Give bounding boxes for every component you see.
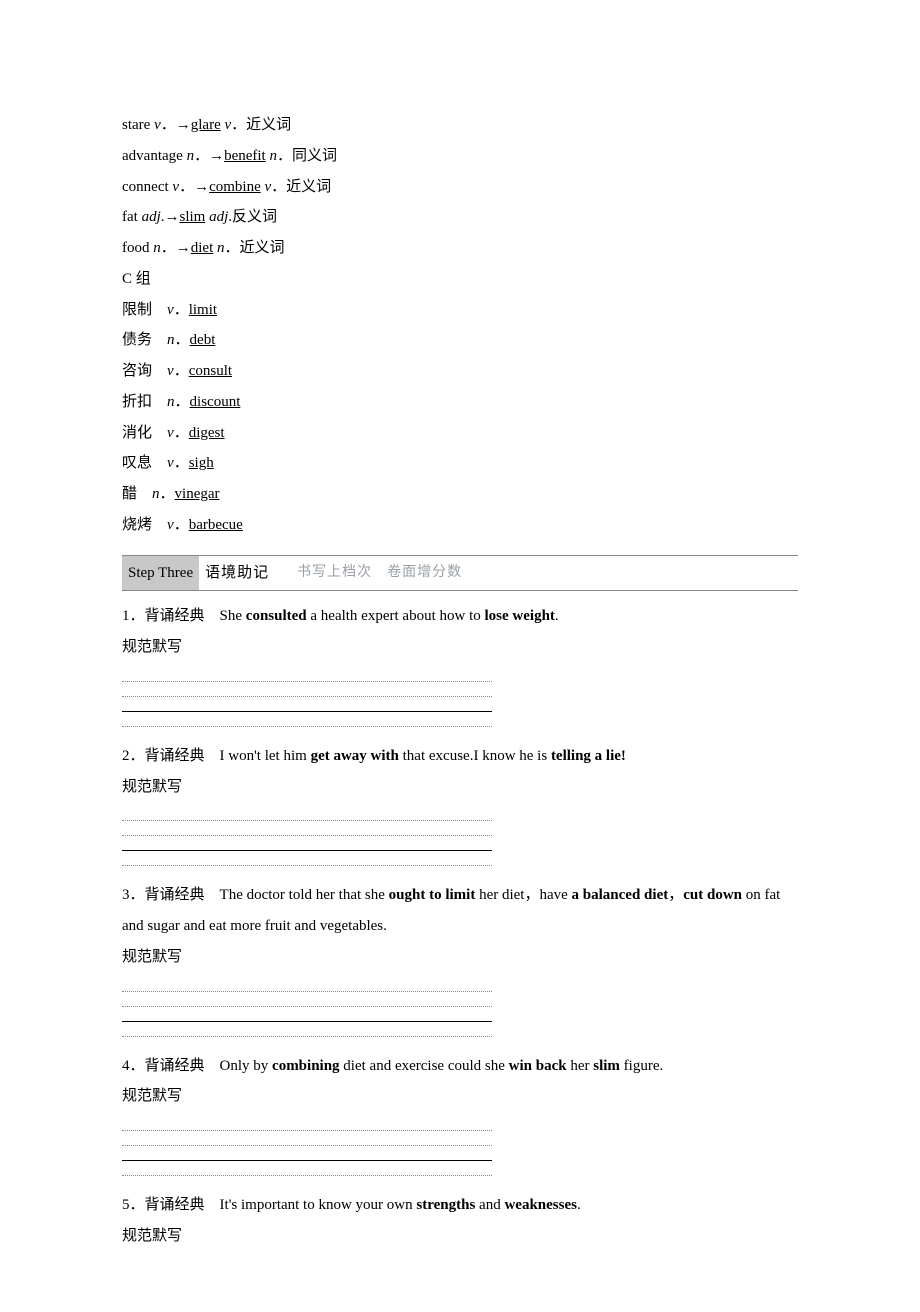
vocab-row: 咨询 v．consult	[122, 356, 798, 387]
synonym-row: connect v．→combine v．近义词	[122, 172, 798, 203]
write-label: 规范默写	[122, 632, 798, 663]
write-label: 规范默写	[122, 942, 798, 973]
synonym-row: stare v．→glare v．近义词	[122, 110, 798, 141]
vocab-row: 折扣 n．discount	[122, 387, 798, 418]
step-badge: Step Three	[122, 556, 199, 591]
vocab-row: 烧烤 v．barbecue	[122, 510, 798, 541]
step-three-header: Step Three 语境助记 书写上档次 卷面增分数	[122, 555, 798, 592]
writing-lines	[122, 975, 492, 1037]
classic-sentence: 5．背诵经典 It's important to know your own s…	[122, 1190, 798, 1221]
vocab-row: 叹息 v．sigh	[122, 448, 798, 479]
group-c-list: 限制 v．limit债务 n．debt咨询 v．consult折扣 n．disc…	[122, 295, 798, 541]
write-label: 规范默写	[122, 772, 798, 803]
classic-sentence: 4．背诵经典 Only by combining diet and exerci…	[122, 1051, 798, 1082]
group-b-list: stare v．→glare v．近义词advantage n．→benefit…	[122, 110, 798, 264]
vocab-row: 醋 n．vinegar	[122, 479, 798, 510]
vocab-row: 消化 v．digest	[122, 418, 798, 449]
writing-lines	[122, 804, 492, 866]
synonym-row: food n．→diet n．近义词	[122, 233, 798, 264]
classic-sentence: 3．背诵经典 The doctor told her that she ough…	[122, 880, 798, 942]
vocab-row: 限制 v．limit	[122, 295, 798, 326]
synonym-row: advantage n．→benefit n．同义词	[122, 141, 798, 172]
classics-list: 1．背诵经典 She consulted a health expert abo…	[122, 601, 798, 1251]
vocab-row: 债务 n．debt	[122, 325, 798, 356]
step-subtitle: 书写上档次 卷面增分数	[297, 559, 462, 588]
writing-lines	[122, 665, 492, 727]
synonym-row: fat adj.→slim adj.反义词	[122, 202, 798, 233]
writing-lines	[122, 1114, 492, 1176]
write-label: 规范默写	[122, 1221, 798, 1252]
step-title: 语境助记	[205, 558, 269, 589]
write-label: 规范默写	[122, 1081, 798, 1112]
classic-sentence: 1．背诵经典 She consulted a health expert abo…	[122, 601, 798, 632]
group-c-heading: C 组	[122, 264, 798, 295]
classic-sentence: 2．背诵经典 I won't let him get away with tha…	[122, 741, 798, 772]
